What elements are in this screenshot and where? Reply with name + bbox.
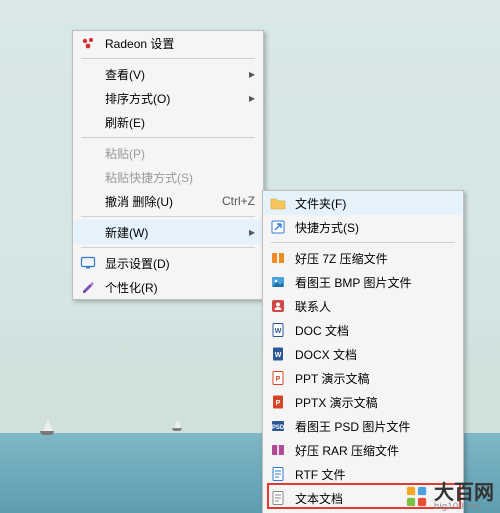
menu-label: 看图王 PSD 图片文件 xyxy=(295,418,455,435)
psd-icon: PSD xyxy=(269,417,287,435)
submenu-arrow-icon: ▸ xyxy=(245,91,255,105)
shortcut-icon xyxy=(269,218,287,236)
menu-label: 查看(V) xyxy=(105,66,245,83)
menu-label: 好压 RAR 压缩文件 xyxy=(295,442,455,459)
desktop-context-menu: Radeon 设置 查看(V) ▸ 排序方式(O) ▸ 刷新(E) 粘贴(P) … xyxy=(72,30,264,300)
menu-label: Radeon 设置 xyxy=(105,35,255,52)
blank-icon xyxy=(79,113,97,131)
blank-icon xyxy=(79,168,97,186)
menu-label: 显示设置(D) xyxy=(105,255,255,272)
menu-label: RTF 文件 xyxy=(295,466,455,483)
menu-item-display-settings[interactable]: 显示设置(D) xyxy=(73,251,263,275)
menu-label: PPTX 演示文稿 xyxy=(295,394,455,411)
contact-icon xyxy=(269,297,287,315)
menu-label: 个性化(R) xyxy=(105,279,255,296)
blank-icon xyxy=(79,89,97,107)
watermark-text: 大百网 big100.net xyxy=(434,483,494,511)
menu-label: 联系人 xyxy=(295,298,455,315)
submenu-item-psd[interactable]: PSD 看图王 PSD 图片文件 xyxy=(263,414,463,438)
submenu-item-folder[interactable]: 文件夹(F) xyxy=(263,191,463,215)
submenu-item-contact[interactable]: 联系人 xyxy=(263,294,463,318)
submenu-item-ppt[interactable]: P PPT 演示文稿 xyxy=(263,366,463,390)
rtf-icon xyxy=(269,465,287,483)
menu-item-sort[interactable]: 排序方式(O) ▸ xyxy=(73,86,263,110)
radeon-icon xyxy=(79,34,97,52)
menu-item-radeon[interactable]: Radeon 设置 xyxy=(73,31,263,55)
archive-icon xyxy=(269,249,287,267)
menu-separator xyxy=(81,216,255,217)
watermark-logo-icon xyxy=(406,486,428,508)
submenu-item-7z[interactable]: 好压 7Z 压缩文件 xyxy=(263,246,463,270)
svg-text:W: W xyxy=(275,328,282,335)
menu-label: 好压 7Z 压缩文件 xyxy=(295,250,455,267)
menu-separator xyxy=(81,58,255,59)
submenu-arrow-icon: ▸ xyxy=(245,67,255,81)
desktop: Radeon 设置 查看(V) ▸ 排序方式(O) ▸ 刷新(E) 粘贴(P) … xyxy=(0,0,500,513)
menu-label: 撤消 删除(U) xyxy=(105,193,212,210)
submenu-arrow-icon: ▸ xyxy=(245,225,255,239)
menu-item-paste-shortcut: 粘贴快捷方式(S) xyxy=(73,165,263,189)
image-icon xyxy=(269,273,287,291)
menu-label: 粘贴(P) xyxy=(105,145,255,162)
txt-icon xyxy=(269,489,287,507)
menu-shortcut: Ctrl+Z xyxy=(222,194,255,208)
menu-label: 文件夹(F) xyxy=(295,195,455,212)
blank-icon xyxy=(79,223,97,241)
wallpaper-boat xyxy=(40,419,54,437)
watermark: 大百网 big100.net xyxy=(406,483,494,511)
wallpaper-boat xyxy=(172,420,182,433)
submenu-item-doc[interactable]: W DOC 文档 xyxy=(263,318,463,342)
new-submenu: 文件夹(F) 快捷方式(S) 好压 7Z 压缩文件 看图王 BMP 图片文件 联… xyxy=(262,190,464,513)
menu-separator xyxy=(81,247,255,248)
menu-separator xyxy=(81,137,255,138)
menu-label: PPT 演示文稿 xyxy=(295,370,455,387)
pptx-icon: P xyxy=(269,393,287,411)
blank-icon xyxy=(79,192,97,210)
svg-text:P: P xyxy=(276,376,281,383)
ppt-icon: P xyxy=(269,369,287,387)
menu-item-new[interactable]: 新建(W) ▸ xyxy=(73,220,263,244)
menu-label: DOC 文档 xyxy=(295,322,455,339)
submenu-item-pptx[interactable]: P PPTX 演示文稿 xyxy=(263,390,463,414)
menu-label: 排序方式(O) xyxy=(105,90,245,107)
menu-label: 粘贴快捷方式(S) xyxy=(105,169,255,186)
menu-separator xyxy=(271,242,455,243)
personalize-icon xyxy=(79,278,97,296)
blank-icon xyxy=(79,65,97,83)
submenu-item-docx[interactable]: W DOCX 文档 xyxy=(263,342,463,366)
submenu-item-bmp[interactable]: 看图王 BMP 图片文件 xyxy=(263,270,463,294)
display-icon xyxy=(79,254,97,272)
menu-label: DOCX 文档 xyxy=(295,346,455,363)
menu-label: 快捷方式(S) xyxy=(295,219,455,236)
folder-icon xyxy=(269,194,287,212)
menu-label: 新建(W) xyxy=(105,224,245,241)
menu-item-view[interactable]: 查看(V) ▸ xyxy=(73,62,263,86)
blank-icon xyxy=(79,144,97,162)
menu-label: 刷新(E) xyxy=(105,114,255,131)
watermark-brand: 大百网 xyxy=(434,483,494,503)
menu-item-paste: 粘贴(P) xyxy=(73,141,263,165)
menu-item-undo-delete[interactable]: 撤消 删除(U) Ctrl+Z xyxy=(73,189,263,213)
doc-icon: W xyxy=(269,321,287,339)
submenu-item-shortcut[interactable]: 快捷方式(S) xyxy=(263,215,463,239)
submenu-item-rar[interactable]: 好压 RAR 压缩文件 xyxy=(263,438,463,462)
menu-item-refresh[interactable]: 刷新(E) xyxy=(73,110,263,134)
svg-text:W: W xyxy=(275,352,282,359)
svg-text:P: P xyxy=(276,400,281,407)
svg-text:PSD: PSD xyxy=(272,425,285,431)
docx-icon: W xyxy=(269,345,287,363)
menu-item-personalize[interactable]: 个性化(R) xyxy=(73,275,263,299)
menu-label: 看图王 BMP 图片文件 xyxy=(295,274,455,291)
rar-icon xyxy=(269,441,287,459)
